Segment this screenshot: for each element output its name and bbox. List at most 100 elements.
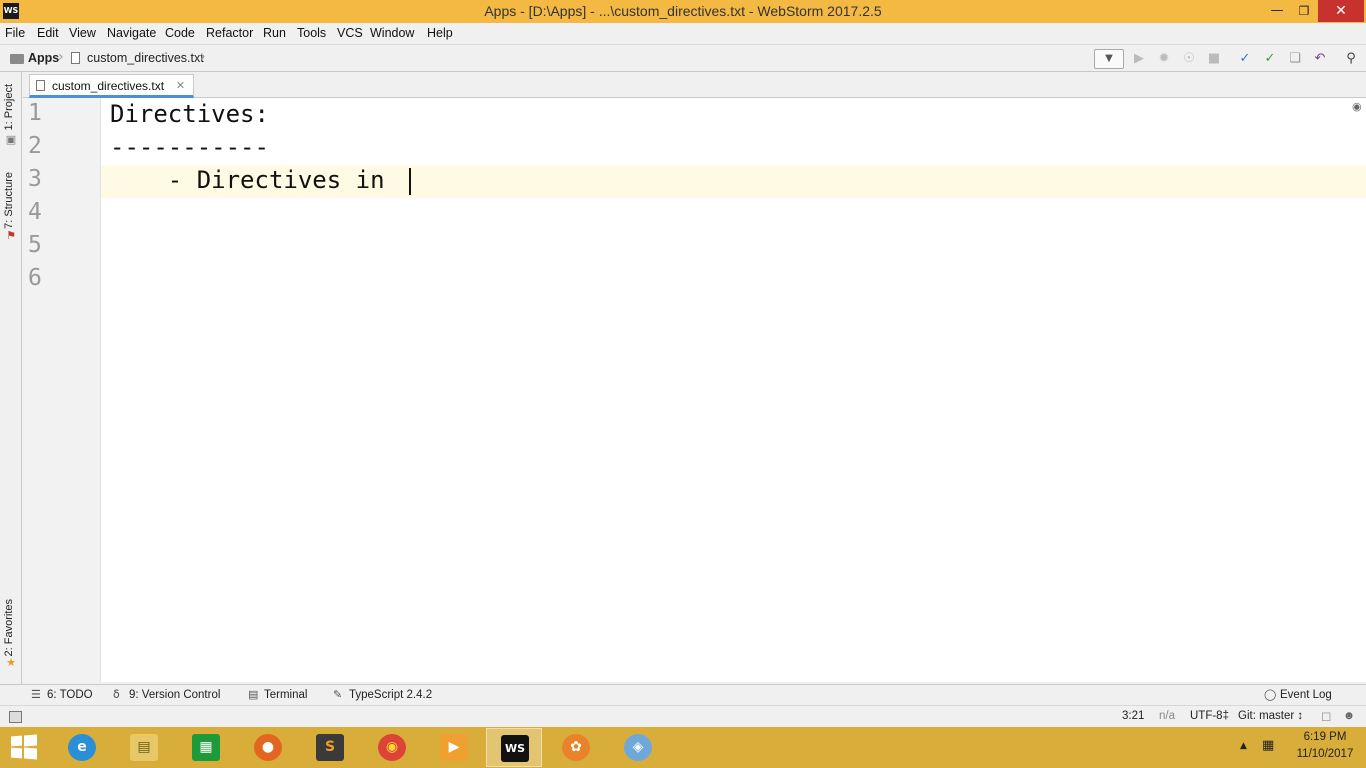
todo-icon: ☰ bbox=[31, 689, 41, 701]
clock-time[interactable]: 6:19 PM bbox=[1290, 731, 1360, 743]
lock-icon[interactable]: ☐ bbox=[1321, 710, 1331, 724]
code-line[interactable]: - Directives in bbox=[110, 166, 399, 194]
maximize-icon: ❐ bbox=[1298, 4, 1310, 18]
close-tab-icon[interactable]: ✕ bbox=[176, 79, 185, 92]
title-bar: WS Apps - [D:\Apps] - ...\custom_directi… bbox=[0, 0, 1366, 23]
menu-edit[interactable]: Edit bbox=[37, 26, 59, 40]
menu-navigate[interactable]: Navigate bbox=[107, 26, 156, 40]
text-file-icon bbox=[36, 80, 45, 91]
windows-start-button[interactable] bbox=[11, 734, 37, 760]
flower-icon: ✿ bbox=[562, 734, 590, 761]
line-number: 1 bbox=[28, 100, 42, 126]
version-control-label: 9: Version Control bbox=[129, 689, 221, 701]
revert-icon[interactable]: ↶ bbox=[1311, 50, 1329, 68]
caret-position[interactable]: 3:21 bbox=[1122, 710, 1144, 722]
run-icon[interactable]: ▶ bbox=[1130, 50, 1148, 68]
eye-icon[interactable]: ◉ bbox=[1352, 100, 1362, 113]
tool-window-structure[interactable]: 7: Structure bbox=[3, 172, 15, 229]
show-hidden-icons-icon[interactable]: ▲ bbox=[1240, 741, 1247, 751]
menu-refactor[interactable]: Refactor bbox=[206, 26, 253, 40]
webstorm-task[interactable]: WS bbox=[486, 728, 542, 767]
menu-help[interactable]: Help bbox=[427, 26, 453, 40]
coverage-icon[interactable]: ☉ bbox=[1180, 50, 1198, 68]
minimize-button[interactable]: — bbox=[1263, 0, 1291, 22]
speech-bubble-icon: ◯ bbox=[1264, 689, 1277, 701]
git-branch[interactable]: Git: master ↕ bbox=[1238, 710, 1303, 722]
file-encoding[interactable]: UTF-8‡ bbox=[1190, 710, 1229, 722]
bottom-tool-bar: ☰ 6: TODO ẟ 9: Version Control ▤ Terminal ✎… bbox=[0, 684, 1366, 705]
line-number: 2 bbox=[28, 133, 42, 159]
windows-store-task[interactable]: ▦ bbox=[178, 728, 234, 767]
folder-icon: ▤ bbox=[130, 734, 158, 761]
menu-view[interactable]: View bbox=[69, 26, 96, 40]
chrome-task[interactable]: ◉ bbox=[364, 728, 420, 767]
menu-tools[interactable]: Tools bbox=[297, 26, 326, 40]
run-configuration-dropdown[interactable]: ▼ bbox=[1094, 49, 1124, 69]
internet-explorer-icon: e bbox=[68, 734, 96, 761]
maximize-button[interactable]: ❐ bbox=[1290, 0, 1318, 22]
typescript-icon: ✎ bbox=[333, 689, 343, 701]
paint-task[interactable]: ◈ bbox=[610, 728, 666, 767]
tool-window-project[interactable]: 1: Project bbox=[3, 84, 15, 130]
breadcrumb-separator-icon: › bbox=[58, 49, 64, 65]
code-line[interactable]: Directives: bbox=[110, 100, 269, 128]
event-log-button[interactable]: ◯ Event Log bbox=[1264, 688, 1332, 701]
vcs-update-icon[interactable]: ✓ bbox=[1236, 50, 1254, 68]
window-title: Apps - [D:\Apps] - ...\custom_directives… bbox=[484, 3, 882, 19]
event-log-label: Event Log bbox=[1280, 689, 1332, 701]
sublime-text-task[interactable]: S bbox=[302, 728, 358, 767]
close-button[interactable]: ✕ bbox=[1318, 0, 1364, 22]
menu-vcs[interactable]: VCS bbox=[337, 26, 363, 40]
editor-tab[interactable]: custom_directives.txt ✕ bbox=[29, 74, 195, 98]
close-icon: ✕ bbox=[1335, 3, 1347, 19]
network-icon[interactable]: ▦ bbox=[1262, 738, 1274, 753]
compare-icon[interactable]: ❏ bbox=[1286, 50, 1304, 68]
navigation-bar: Apps › custom_directives.txt › ▼ ▶ ✹ ☉ ■… bbox=[0, 44, 1366, 72]
terminal-button[interactable]: ▤ Terminal bbox=[248, 688, 307, 701]
flower-app-task[interactable]: ✿ bbox=[548, 728, 604, 767]
code-editor[interactable]: 1 2 3 4 5 6 Directives: ----------- - Di… bbox=[23, 98, 1366, 682]
menu-code[interactable]: Code bbox=[165, 26, 195, 40]
line-number-gutter: 1 2 3 4 5 6 bbox=[23, 98, 101, 682]
menu-window[interactable]: Window bbox=[370, 26, 414, 40]
typescript-button[interactable]: ✎ TypeScript 2.4.2 bbox=[333, 688, 432, 701]
terminal-icon: ▤ bbox=[248, 689, 259, 701]
star-icon: ★ bbox=[6, 656, 16, 669]
firefox-task[interactable]: ● bbox=[240, 728, 296, 767]
breadcrumb-project[interactable]: Apps bbox=[28, 51, 59, 65]
vcs-commit-icon[interactable]: ✓ bbox=[1261, 50, 1279, 68]
left-tool-strip: 1: Project ▣ 7: Structure ⚑ 2: Favorites… bbox=[0, 72, 22, 684]
clock-date[interactable]: 11/10/2017 bbox=[1290, 748, 1360, 760]
paint-palette-icon: ◈ bbox=[624, 734, 652, 761]
media-player-icon: ▶ bbox=[440, 734, 468, 761]
debug-icon[interactable]: ✹ bbox=[1155, 50, 1173, 68]
line-number: 3 bbox=[28, 166, 42, 192]
file-explorer-task[interactable]: ▤ bbox=[116, 728, 172, 767]
line-number: 6 bbox=[28, 265, 42, 291]
menu-run[interactable]: Run bbox=[263, 26, 286, 40]
minimize-icon: — bbox=[1270, 3, 1284, 18]
text-file-icon bbox=[71, 52, 80, 64]
todo-button[interactable]: ☰ 6: TODO bbox=[31, 688, 93, 701]
menu-bar: File Edit View Navigate Code Refactor Ru… bbox=[0, 23, 1366, 44]
tool-windows-toggle-icon[interactable] bbox=[9, 711, 22, 723]
search-icon[interactable]: ⚲ bbox=[1342, 50, 1360, 68]
folder-icon bbox=[10, 54, 24, 64]
line-number: 4 bbox=[28, 199, 42, 225]
inspector-icon[interactable]: ☻ bbox=[1343, 710, 1355, 722]
version-control-button[interactable]: ẟ 9: Version Control bbox=[113, 688, 220, 701]
code-line[interactable]: ----------- bbox=[110, 133, 269, 161]
stop-icon[interactable]: ■ bbox=[1205, 50, 1223, 68]
structure-icon: ⚑ bbox=[6, 229, 16, 242]
windows-taskbar: e ▤ ▦ ● S ◉ ▶ WS ✿ ◈ ▲ ▦ 6:19 PM 11/10/2… bbox=[0, 727, 1366, 768]
internet-explorer-task[interactable]: e bbox=[54, 728, 110, 767]
breadcrumb-separator-icon: › bbox=[200, 49, 206, 65]
menu-file[interactable]: File bbox=[5, 26, 25, 40]
tool-window-favorites[interactable]: 2: Favorites bbox=[3, 599, 15, 656]
typescript-label: TypeScript 2.4.2 bbox=[349, 689, 433, 701]
editor-tab-label: custom_directives.txt bbox=[52, 79, 165, 93]
media-player-task[interactable]: ▶ bbox=[426, 728, 482, 767]
firefox-icon: ● bbox=[254, 734, 282, 761]
breadcrumb-file[interactable]: custom_directives.txt bbox=[87, 51, 204, 65]
line-separator-status[interactable]: n/a bbox=[1159, 710, 1175, 722]
